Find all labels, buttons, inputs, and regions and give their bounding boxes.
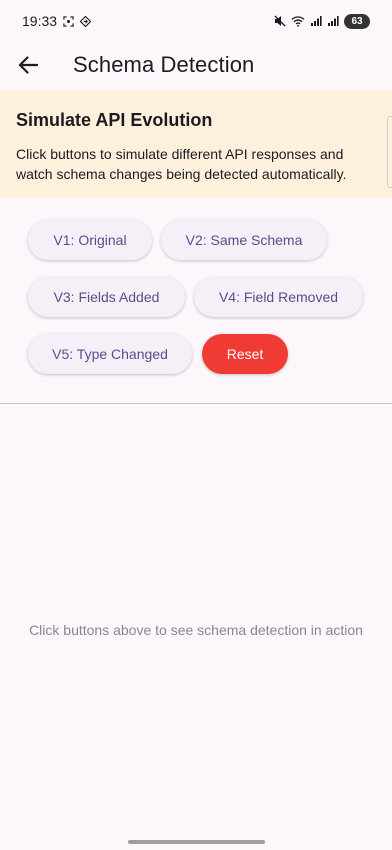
- status-bar: 19:33 63: [0, 0, 392, 42]
- info-title: Simulate API Evolution: [16, 110, 213, 130]
- status-time: 19:33: [22, 13, 58, 29]
- screenshot-icon: [63, 15, 74, 27]
- app-bar: Schema Detection: [0, 42, 392, 88]
- v2-same-schema-button[interactable]: V2: Same Schema: [161, 220, 327, 260]
- arrow-left-icon: [18, 56, 38, 74]
- v2-same-schema-label: V2: Same Schema: [185, 232, 303, 248]
- v3-fields-added-button[interactable]: V3: Fields Added: [28, 277, 185, 317]
- v4-field-removed-button[interactable]: V4: Field Removed: [194, 277, 363, 317]
- home-indicator[interactable]: [128, 840, 265, 844]
- v3-fields-added-label: V3: Fields Added: [53, 289, 160, 305]
- v4-field-removed-label: V4: Field Removed: [218, 289, 339, 305]
- reset-label: Reset: [226, 346, 264, 362]
- divider: [0, 403, 392, 404]
- mute-icon: [274, 15, 286, 27]
- back-button[interactable]: [0, 42, 56, 88]
- v1-original-label: V1: Original: [53, 232, 127, 248]
- status-right: 63: [274, 13, 370, 29]
- reset-button[interactable]: Reset: [202, 334, 288, 374]
- v1-original-button[interactable]: V1: Original: [28, 220, 152, 260]
- page-title: Schema Detection: [73, 52, 255, 77]
- scroll-indicator: [387, 116, 392, 188]
- status-left: 19:33: [22, 13, 92, 29]
- signal-icon: [311, 16, 322, 26]
- battery-indicator: 63: [344, 13, 370, 29]
- v5-type-changed-button[interactable]: V5: Type Changed: [28, 334, 192, 374]
- battery-level: 63: [351, 15, 363, 27]
- v5-type-changed-label: V5: Type Changed: [52, 346, 168, 362]
- empty-state-message: Click buttons above to see schema detect…: [29, 622, 363, 638]
- info-description: Click buttons to simulate different API …: [16, 146, 347, 182]
- info-card: Simulate API Evolution Click buttons to …: [0, 90, 392, 198]
- location-diamond-icon: [80, 15, 92, 27]
- signal-icon-2: [328, 16, 339, 26]
- wifi-icon: [291, 16, 305, 27]
